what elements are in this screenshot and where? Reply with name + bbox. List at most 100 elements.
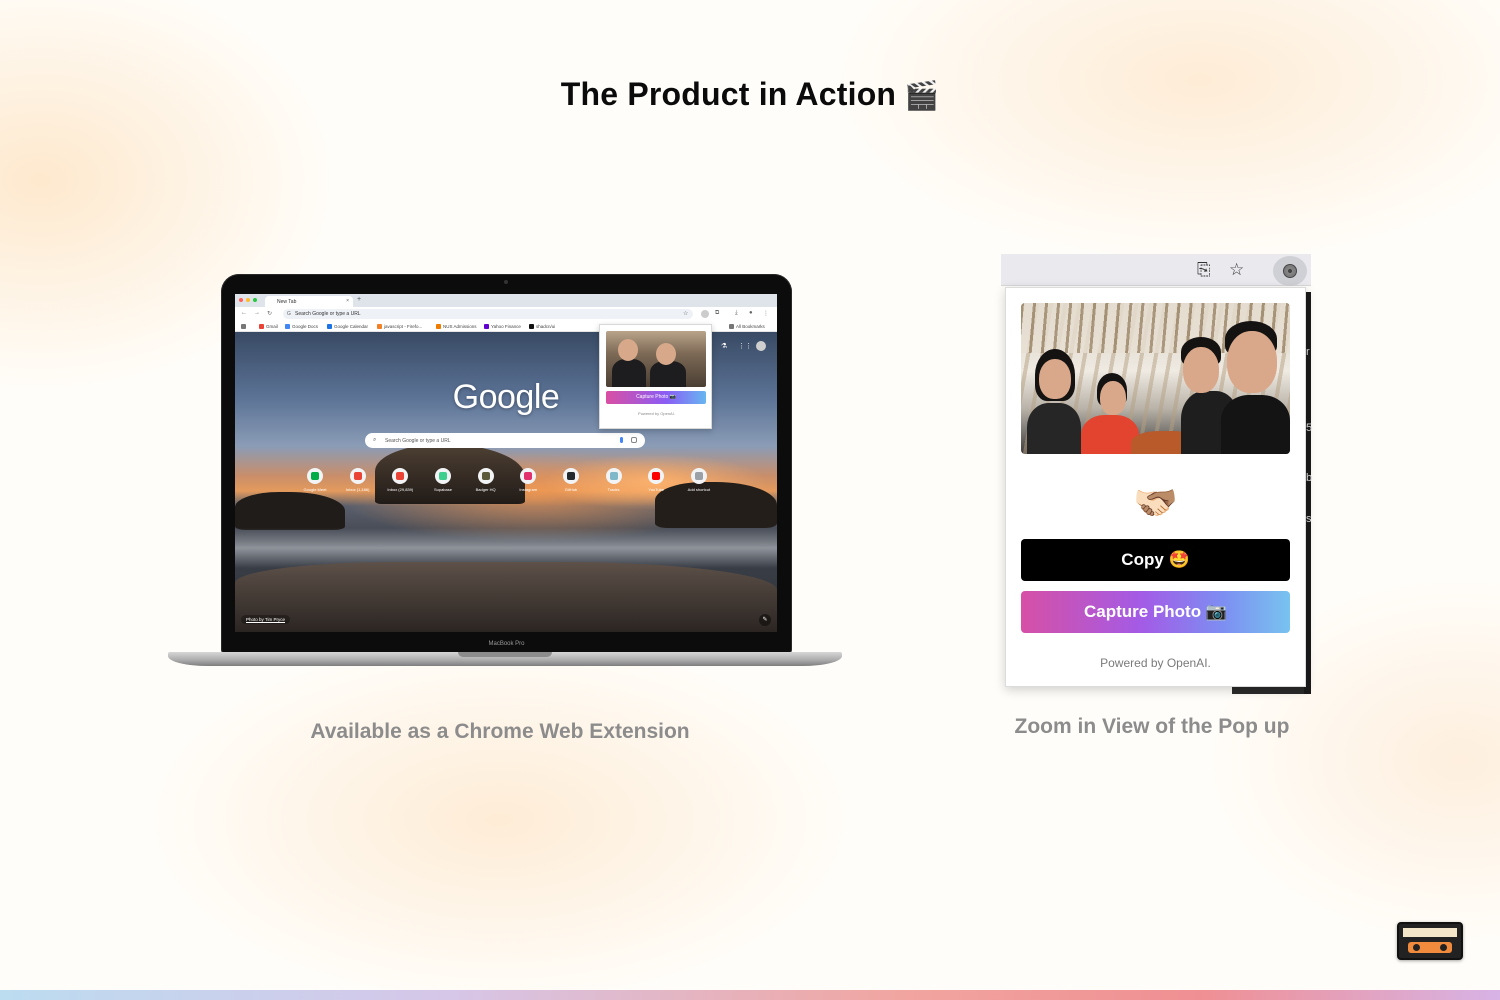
bookmark-gmail[interactable]: Gmail [259, 324, 278, 329]
edge-letter: r [1306, 346, 1310, 358]
profile-icon[interactable]: ● [749, 310, 753, 316]
browser-toolbar: ← → ↻ G Search Google or type a URL ☆ ⧉ … [235, 307, 777, 321]
tab-title: New Tab [277, 299, 297, 305]
photo-credit-link[interactable]: Photo by Tim Pryce [241, 615, 291, 624]
omnibox[interactable]: G Search Google or type a URL [283, 309, 693, 319]
shortcut-favicon-icon [609, 472, 618, 480]
caption-popup-zoom: Zoom in View of the Pop up [1014, 715, 1290, 738]
shortcut-favicon-icon [311, 472, 319, 480]
bookmark-google-calendar[interactable]: Google Calendar [327, 324, 368, 329]
browser-tab-bar: New Tab × + [235, 294, 777, 307]
menu-icon[interactable]: ⋮ [763, 310, 769, 317]
reload-icon[interactable]: ↻ [267, 310, 272, 317]
person-face [618, 339, 638, 361]
shortcut-icon [307, 468, 323, 484]
mini-captured-photo [606, 331, 706, 387]
shortcut-icon [392, 468, 409, 484]
back-icon[interactable]: ← [241, 310, 247, 316]
apps-icon[interactable] [241, 324, 248, 329]
shortcut-label: GitHub [564, 487, 578, 492]
edge-letter: b [1306, 472, 1313, 484]
shortcut-tile[interactable]: GitHub [553, 468, 589, 492]
shortcut-icon [690, 468, 707, 484]
zoomed-browser-toolbar: ⎘ ☆ [1001, 254, 1311, 286]
clipboard-off-icon[interactable]: ⎘ [1197, 260, 1211, 280]
shortcut-favicon-icon [524, 472, 533, 480]
laptop-lid: New Tab × + ← → ↻ G Search Google or typ… [221, 274, 792, 655]
shortcut-favicon-icon [481, 472, 490, 480]
new-tab-icon[interactable]: + [357, 296, 361, 303]
extension-logo-icon [1283, 264, 1297, 278]
capture-photo-button[interactable]: Capture Photo 📷 [1021, 591, 1290, 633]
person-face [1039, 359, 1071, 399]
shortcut-icon [520, 468, 537, 484]
person-shape [650, 361, 686, 387]
captured-photo [1021, 303, 1290, 454]
extension-button[interactable] [1273, 256, 1307, 286]
google-apps-icon[interactable]: ⋮⋮ [738, 342, 752, 350]
shortcut-label: YouTube [648, 487, 665, 492]
extension-icon[interactable] [701, 310, 709, 318]
labs-icon[interactable]: ⚗ [721, 342, 727, 350]
bookmark-star-icon[interactable]: ☆ [683, 310, 688, 317]
bookmark-javascript[interactable]: javascript - Firefo... [377, 324, 422, 329]
omnibox-placeholder: Search Google or type a URL [295, 311, 361, 317]
page-title-text: The Product in Action [560, 76, 897, 112]
laptop-model-label: MacBook Pro [488, 641, 525, 647]
rock [235, 492, 345, 530]
person-shape [612, 359, 646, 387]
account-avatar[interactable] [756, 341, 766, 351]
tab-close-icon[interactable]: × [346, 298, 349, 304]
shortcut-grid: Google Meet Inbox (1,186) Inbox (29,839) Su… [297, 468, 717, 492]
lens-icon[interactable] [631, 437, 637, 443]
bookmark-yahoo-finance[interactable]: Yahoo Finance [484, 324, 521, 329]
shortcut-icon [349, 468, 366, 484]
copy-button[interactable]: Copy 🤩 [1021, 539, 1290, 581]
laptop-screen: New Tab × + ← → ↻ G Search Google or typ… [235, 294, 777, 632]
bookmark-star-icon[interactable]: ☆ [1229, 260, 1244, 280]
shortcut-label: Inbox (1,186) [345, 487, 370, 492]
powered-by-openai: Powered by OpenAI. [1100, 656, 1211, 670]
download-icon[interactable]: ⤓ [735, 310, 738, 317]
bookmark-nus-admissions[interactable]: NUS Admissions [436, 324, 477, 329]
clapperboard-icon: 🎬 [904, 80, 940, 111]
shortcut-icon [648, 468, 665, 484]
window-controls [239, 298, 257, 302]
shortcut-tile[interactable]: Inbox (29,839) [382, 468, 418, 492]
person-shape [1027, 403, 1081, 454]
shortcut-label: Badger HQ [475, 487, 496, 492]
shortcut-favicon-icon [438, 472, 447, 480]
edge-letter: 5 [1306, 422, 1313, 434]
shortcut-tile[interactable]: Supabase [425, 468, 461, 492]
mini-capture-button[interactable]: Capture Photo 📷 [606, 391, 706, 404]
logo-band [1403, 928, 1457, 937]
customize-pencil-icon[interactable]: ✎ [759, 614, 771, 626]
minimize-window-dot[interactable] [246, 298, 250, 302]
browser-tab[interactable]: New Tab × [265, 296, 353, 307]
page-title: The Product in Action 🎬 [0, 76, 1500, 113]
person-face [1183, 347, 1219, 393]
shortcut-favicon-icon [396, 472, 405, 480]
shortcut-favicon-icon [652, 472, 661, 480]
search-placeholder: Search Google or type a URL [385, 438, 451, 444]
shortcut-tile[interactable]: Add shortcut [681, 468, 717, 492]
close-window-dot[interactable] [239, 298, 243, 302]
laptop-notch [458, 652, 552, 657]
mic-icon[interactable] [620, 437, 623, 443]
shortcut-tile[interactable]: Badger HQ [468, 468, 504, 492]
shortcut-tile[interactable]: Inbox (1,186) [340, 468, 376, 492]
google-search-box[interactable]: ⌕ Search Google or type a URL [365, 433, 645, 448]
shortcut-tile[interactable]: Instagram [510, 468, 546, 492]
shortcut-tile[interactable]: YouTube [638, 468, 674, 492]
all-bookmarks[interactable]: All Bookmarks [729, 324, 765, 329]
puzzle-icon[interactable]: ⧉ [715, 310, 719, 317]
edge-letter: s [1306, 513, 1312, 525]
handshake-emoji: 🫱🏻‍🫲🏽 [1133, 482, 1178, 523]
bookmark-google-docs[interactable]: Google Docs [285, 324, 318, 329]
shortcut-tile[interactable]: Google Meet [297, 468, 333, 492]
bookmark-shadcn[interactable]: shadcn/ui [529, 324, 555, 329]
forward-icon[interactable]: → [254, 310, 260, 316]
shortcut-label: Add shortcut [687, 487, 711, 492]
maximize-window-dot[interactable] [253, 298, 257, 302]
shortcut-tile[interactable]: Tracks [596, 468, 632, 492]
